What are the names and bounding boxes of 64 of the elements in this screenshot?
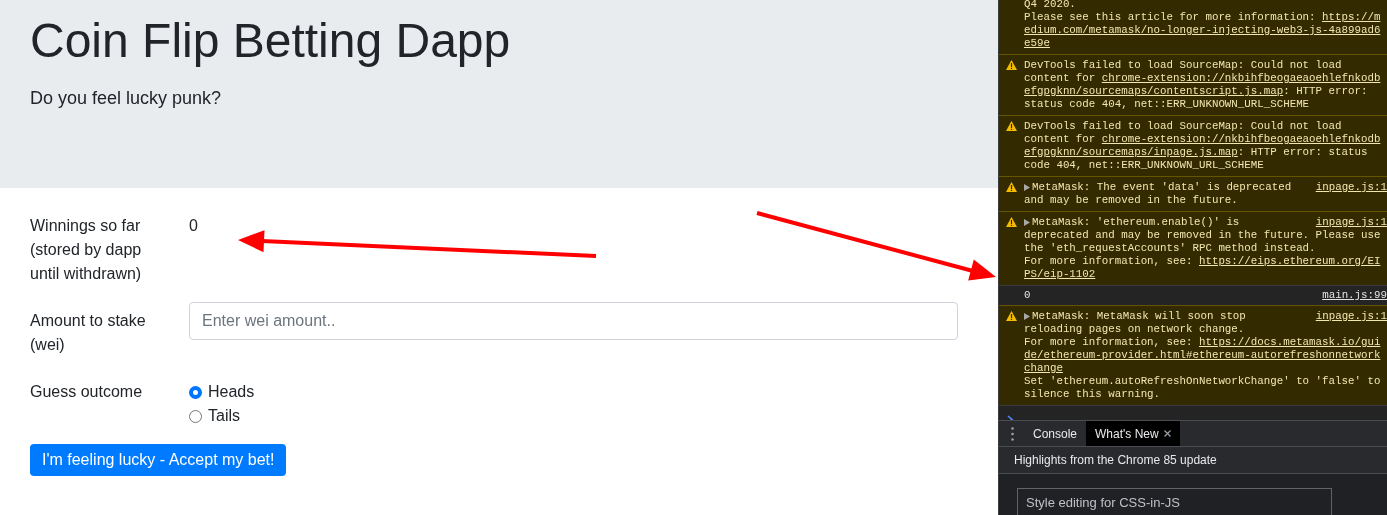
- console-text: For more information, see:: [1024, 255, 1194, 268]
- console-text: and may be removed in the future.: [1024, 194, 1238, 207]
- console-text: DevTools failed to load SourceMap: Could not load: [1024, 120, 1342, 133]
- field-label: Winnings so far (stored by dapp until withdrawn): [30, 216, 143, 284]
- warning-icon: [1006, 60, 1017, 70]
- console-text: content for: [1024, 72, 1097, 85]
- drawer-tab[interactable]: Console: [1024, 421, 1087, 446]
- console-text: Please see this article for more information:: [1024, 11, 1317, 24]
- expand-triangle-icon[interactable]: [1024, 219, 1030, 226]
- console-text: MetaMask: The event 'data' is deprecated: [1032, 181, 1292, 194]
- console-text: DevTools failed to load SourceMap: Could not load: [1024, 59, 1342, 72]
- option-label: Heads: [208, 383, 255, 401]
- console-text: : HTTP error: status: [1237, 146, 1368, 159]
- console-text: MetaMask: 'ethereum.enable()' is: [1032, 216, 1240, 229]
- console-text: Q4 2020.: [1024, 0, 1076, 11]
- console-text: the 'eth_requestAccounts' RPC method instead.: [1024, 242, 1316, 255]
- link[interactable]: change: [1024, 362, 1063, 375]
- link[interactable]: e59e: [1024, 37, 1050, 50]
- console-text: content for: [1024, 133, 1097, 146]
- console-text: reloading pages on network change.: [1024, 323, 1245, 336]
- expand-triangle-icon[interactable]: [1024, 184, 1030, 191]
- field-label: Guess outcome: [30, 382, 144, 402]
- field-label: Amount to stake (wei): [30, 311, 147, 355]
- console-text: : HTTP error:: [1283, 85, 1368, 98]
- source-link[interactable]: inpage.js:1: [1315, 181, 1387, 194]
- console-text: 0: [1024, 289, 1031, 302]
- source-link[interactable]: inpage.js:1: [1315, 310, 1387, 323]
- source-link[interactable]: inpage.js:1: [1315, 216, 1387, 229]
- warning-icon: [1006, 311, 1017, 321]
- more-menu-icon[interactable]: [1011, 426, 1014, 441]
- feature-card[interactable]: Style editing for CSS-in-JS: [1017, 488, 1332, 515]
- console-text: deprecated and may be removed in the future. Please use: [1024, 229, 1381, 242]
- console-text: For more information, see:: [1024, 336, 1194, 349]
- console-text: code 404, net::ERR_UNKNOWN_URL_SCHEME: [1024, 159, 1264, 172]
- link[interactable]: chrome-extension://nkbihfbeogaeaoehlefnkodb: [1101, 133, 1381, 146]
- option-label: Tails: [208, 407, 240, 425]
- winnings-value: 0: [189, 216, 198, 236]
- link[interactable]: efgpgknn/sourcemaps/contentscript.js.map: [1024, 85, 1284, 98]
- radio-button[interactable]: [189, 409, 202, 423]
- link[interactable]: chrome-extension://nkbihfbeogaeaoehlefnkodb: [1101, 72, 1381, 85]
- expand-triangle-icon[interactable]: [1024, 313, 1030, 320]
- console-text: silence this warning.: [1024, 388, 1161, 401]
- warning-icon: [1006, 182, 1017, 192]
- console-text: status code 404, net::ERR_UNKNOWN_URL_SCHEME: [1024, 98, 1310, 111]
- close-icon[interactable]: [1163, 430, 1171, 437]
- link[interactable]: de/ethereum-provider.html#ethereum-autorefreshonnetwork: [1024, 349, 1381, 362]
- page-title: Coin Flip Betting Dapp: [30, 13, 511, 69]
- radio-button[interactable]: [189, 385, 202, 399]
- link[interactable]: efgpgknn/sourcemaps/inpage.js.map: [1024, 146, 1238, 159]
- console-text: MetaMask: MetaMask will soon stop: [1032, 310, 1246, 323]
- page-subtitle: Do you feel lucky punk?: [30, 88, 222, 109]
- warning-icon: [1006, 217, 1017, 227]
- link[interactable]: edium.com/metamask/no-longer-injecting-web3-js-4a899ad6: [1024, 24, 1381, 37]
- link[interactable]: PS/eip-1102: [1024, 268, 1096, 281]
- source-link[interactable]: main.js:99: [1322, 289, 1387, 302]
- console-text: Set 'ethereum.autoRefreshOnNetworkChange' to 'false' to: [1024, 375, 1381, 388]
- link[interactable]: https://docs.metamask.io/gui: [1198, 336, 1381, 349]
- link[interactable]: https://m: [1322, 11, 1381, 24]
- link[interactable]: https://eips.ethereum.org/EI: [1198, 255, 1381, 268]
- stake-input[interactable]: Enter wei amount..: [189, 302, 958, 340]
- submit-button[interactable]: I'm feeling lucky - Accept my bet!: [30, 444, 287, 476]
- drawer-tab[interactable]: What's New: [1086, 421, 1180, 446]
- warning-icon: [1006, 121, 1017, 131]
- whats-new-heading: Highlights from the Chrome 85 update: [1014, 453, 1217, 467]
